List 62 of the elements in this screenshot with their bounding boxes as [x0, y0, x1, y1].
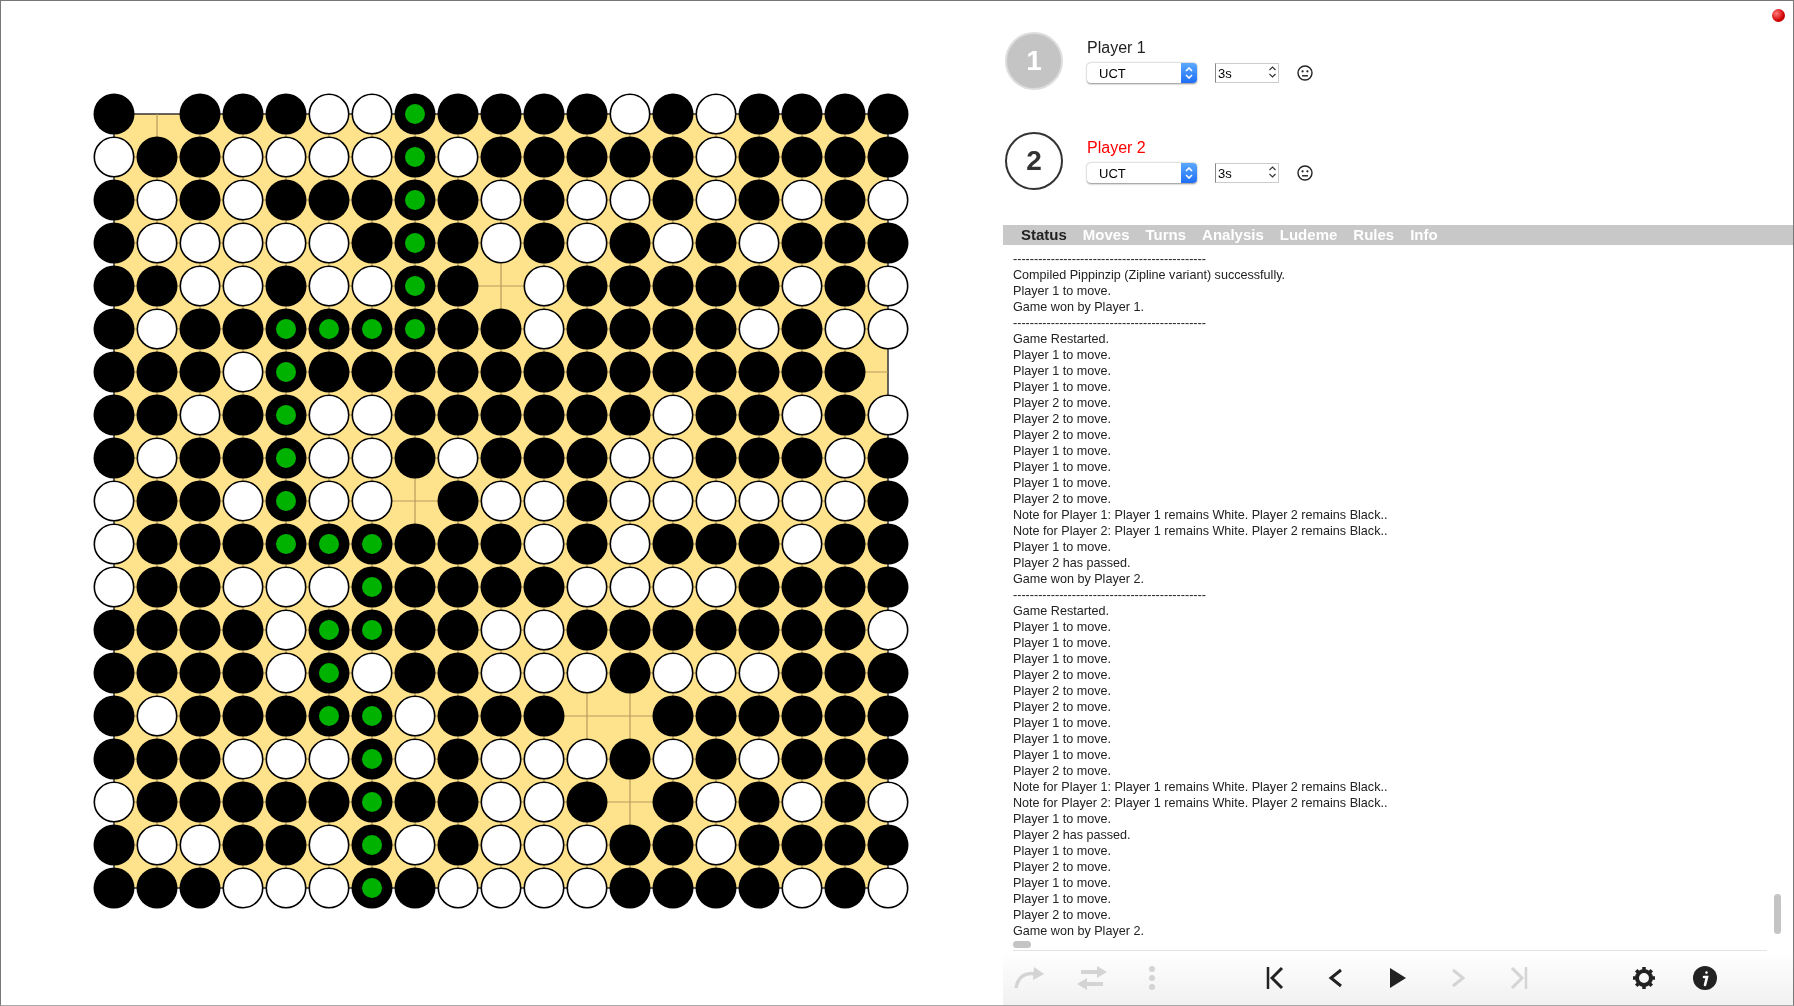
log-line: Game won by Player 2.	[1013, 923, 1144, 939]
log-line: Player 2 to move.	[1013, 683, 1111, 699]
up-down-chevron-icon	[1269, 165, 1276, 178]
neutral-face-icon	[1297, 65, 1313, 81]
log-line: Player 2 has passed.	[1013, 555, 1131, 571]
log-line: Player 1 to move.	[1013, 363, 1111, 379]
log-line: Player 1 to move.	[1013, 843, 1111, 859]
scrollbar-thumb[interactable]	[1774, 894, 1781, 934]
log-line: Player 1 to move.	[1013, 347, 1111, 363]
time-stepper[interactable]: 3s	[1215, 163, 1279, 183]
log-line: Player 1 to move.	[1013, 875, 1111, 891]
player-name: Player 1	[1087, 39, 1146, 57]
up-down-chevron-icon	[1269, 65, 1276, 78]
tab[interactable]: Status	[1013, 225, 1075, 245]
log-line: Player 2 to move.	[1013, 411, 1111, 427]
log-line: ----------------------------------------------	[1013, 315, 1206, 331]
log-line: Game Restarted.	[1013, 331, 1109, 347]
log-line: Player 1 to move.	[1013, 283, 1111, 299]
log-line: Game won by Player 1.	[1013, 299, 1144, 315]
log-line: Player 2 to move.	[1013, 907, 1111, 923]
log-line: Player 1 to move.	[1013, 539, 1111, 555]
log-line: Player 2 to move.	[1013, 763, 1111, 779]
log-line: ----------------------------------------------	[1013, 251, 1206, 267]
log-line: Player 2 has passed.	[1013, 827, 1131, 843]
log-line: Player 2 to move.	[1013, 699, 1111, 715]
log-line: Player 1 to move.	[1013, 619, 1111, 635]
log-line: Player 1 to move.	[1013, 747, 1111, 763]
log-line: Player 1 to move.	[1013, 379, 1111, 395]
agent-select[interactable]: UCT	[1087, 163, 1197, 183]
log-line: Player 1 to move.	[1013, 731, 1111, 747]
player-number-badge: 2	[1005, 132, 1063, 190]
time-stepper[interactable]: 3s	[1215, 63, 1279, 83]
log-line: Player 1 to move.	[1013, 811, 1111, 827]
log-line: Player 2 to move.	[1013, 395, 1111, 411]
log-line: Player 2 to move.	[1013, 427, 1111, 443]
log-line: Player 1 to move.	[1013, 459, 1111, 475]
log-line: Compiled Pippinzip (Zipline variant) successfully.	[1013, 267, 1286, 283]
player-name: Player 2	[1087, 139, 1146, 157]
scrollbar-thumb[interactable]	[1013, 941, 1031, 948]
log-line: Note for Player 2: Player 1 remains White. Player 2 remains Black..	[1013, 795, 1388, 811]
log-line: Player 1 to move.	[1013, 475, 1111, 491]
vertical-dots-icon	[1149, 966, 1155, 990]
log-line: Player 2 to move.	[1013, 667, 1111, 683]
log-line: Note for Player 2: Player 1 remains White. Player 2 remains Black..	[1013, 523, 1388, 539]
log-line: Game won by Player 2.	[1013, 571, 1144, 587]
log-line: Player 1 to move.	[1013, 651, 1111, 667]
log-line: Note for Player 1: Player 1 remains White. Player 2 remains Black..	[1013, 779, 1388, 795]
log-line: ----------------------------------------------	[1013, 587, 1206, 603]
up-down-chevron-icon	[1185, 167, 1193, 179]
neutral-face-icon	[1297, 165, 1313, 181]
status-light-icon	[1772, 9, 1785, 22]
player-number-badge: 1	[1005, 32, 1063, 90]
log-line: Player 1 to move.	[1013, 715, 1111, 731]
log-line: Player 1 to move.	[1013, 443, 1111, 459]
log-line: Player 1 to move.	[1013, 891, 1111, 907]
log-line: Note for Player 1: Player 1 remains White. Player 2 remains Black..	[1013, 507, 1388, 523]
log-line: Game Restarted.	[1013, 603, 1109, 619]
log-line: Player 1 to move.	[1013, 635, 1111, 651]
log-line: Player 2 to move.	[1013, 859, 1111, 875]
up-down-chevron-icon	[1185, 67, 1193, 79]
agent-select[interactable]: UCT	[1087, 63, 1197, 83]
log-line: Player 2 to move.	[1013, 491, 1111, 507]
